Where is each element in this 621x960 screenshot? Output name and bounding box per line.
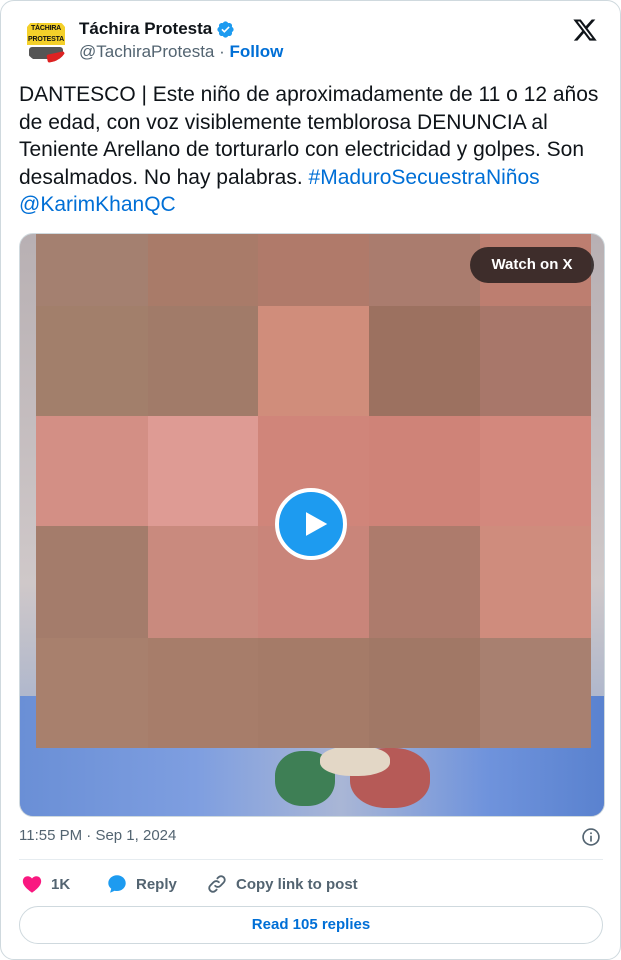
like-count: 1K [51, 875, 71, 893]
play-button[interactable] [275, 488, 347, 560]
reply-label: Reply [136, 875, 177, 893]
mosaic-tile [369, 306, 480, 416]
mosaic-tile [36, 234, 148, 306]
mosaic-tile [258, 638, 369, 748]
author-handle[interactable]: @TachiraProtesta [79, 42, 214, 61]
read-replies-button[interactable]: Read 105 replies [19, 906, 603, 944]
shirt-shape-light [320, 746, 390, 776]
tweet-timestamp[interactable]: 11:55 PM · Sep 1, 2024 [19, 827, 603, 847]
mention-link[interactable]: @KarimKhanQC [19, 193, 176, 216]
handle-separator: · [219, 42, 225, 61]
video-thumbnail[interactable]: Watch on X [19, 233, 605, 817]
avatar-text-line-2: PROTESTA [27, 34, 65, 45]
mosaic-tile [148, 526, 258, 638]
tweet-date: Sep 1, 2024 [95, 827, 177, 844]
avatar-text-line-1: TÁCHIRA [27, 23, 65, 34]
like-button[interactable]: 1K [21, 870, 70, 898]
mosaic-tile [36, 638, 148, 748]
tweet-time: 11:55 PM [19, 827, 83, 844]
play-icon [306, 512, 328, 536]
x-logo-icon[interactable] [572, 17, 598, 43]
mosaic-tile [480, 638, 591, 748]
mosaic-tile [369, 526, 480, 638]
avatar[interactable]: TÁCHIRA PROTESTA [23, 17, 69, 63]
mosaic-tile [36, 526, 148, 638]
heart-icon [22, 876, 42, 893]
mosaic-tile [258, 306, 369, 416]
reply-bubble-icon [108, 875, 126, 893]
verified-badge-icon [217, 20, 234, 38]
info-icon[interactable] [581, 827, 601, 847]
timestamp-separator: · [86, 827, 92, 844]
mosaic-tile [480, 306, 591, 416]
action-bar: 1K Reply Copy link to post [19, 870, 603, 898]
mosaic-tile [148, 306, 258, 416]
handle-row: @TachiraProtesta · Follow [79, 42, 283, 62]
link-icon [208, 875, 226, 893]
copy-link-label: Copy link to post [236, 875, 358, 893]
author-name[interactable]: Táchira Protesta [79, 19, 212, 39]
tweet-text: DANTESCO | Este niño de aproximadamente … [19, 81, 607, 219]
tweet-card: TÁCHIRA PROTESTA Táchira Protesta @Tachi… [0, 0, 621, 960]
divider [19, 859, 603, 860]
watch-on-x-button[interactable]: Watch on X [470, 247, 594, 283]
mosaic-tile [369, 234, 480, 306]
hashtag-link[interactable]: #MaduroSecuestraNiños [309, 166, 540, 189]
mosaic-tile [148, 234, 258, 306]
mosaic-tile [369, 638, 480, 748]
copy-link-button[interactable]: Copy link to post [206, 870, 358, 898]
mosaic-tile [369, 416, 480, 526]
author-name-row: Táchira Protesta [79, 17, 235, 41]
mosaic-tile [148, 638, 258, 748]
follow-button[interactable]: Follow [230, 42, 284, 61]
mosaic-tile [148, 416, 258, 526]
mosaic-tile [36, 306, 148, 416]
mosaic-tile [480, 526, 591, 638]
mosaic-tile [36, 416, 148, 526]
reply-button[interactable]: Reply [106, 870, 177, 898]
mosaic-tile [480, 416, 591, 526]
tweet-header: TÁCHIRA PROTESTA Táchira Protesta @Tachi… [19, 15, 602, 69]
mosaic-tile [258, 234, 369, 306]
